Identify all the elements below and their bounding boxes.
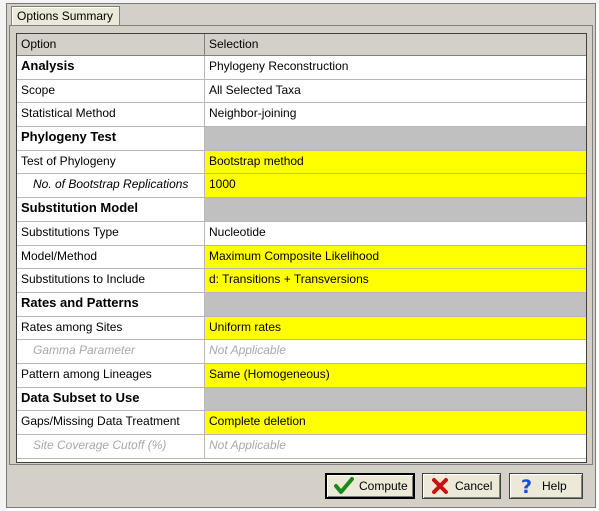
cancel-label: Cancel — [455, 479, 493, 493]
table-row[interactable]: Test of Phylogeny Bootstrap method — [17, 150, 586, 175]
selection-cell[interactable]: Nucleotide — [205, 222, 586, 245]
table-row[interactable]: Pattern among Lineages Same (Homogeneous) — [17, 363, 586, 388]
option-cell: Statistical Method — [17, 103, 205, 127]
table-row[interactable]: Analysis Phylogeny Reconstruction — [17, 56, 586, 80]
selection-cell[interactable]: Maximum Composite Likelihood — [205, 245, 586, 269]
selection-cell[interactable]: Same (Homogeneous) — [205, 363, 586, 387]
table-row[interactable]: Phylogeny Test — [17, 127, 586, 151]
option-cell: Model/Method — [17, 245, 205, 269]
selection-cell[interactable]: All Selected Taxa — [205, 80, 586, 103]
cancel-button[interactable]: Cancel — [422, 473, 501, 499]
option-cell: Rates and Patterns — [17, 292, 205, 316]
table-row[interactable]: Gaps/Missing Data Treatment Complete dele… — [17, 411, 586, 435]
svg-text:?: ? — [521, 476, 532, 496]
compute-button[interactable]: Compute — [325, 473, 415, 499]
help-button[interactable]: ? Help — [509, 473, 583, 499]
table-row[interactable]: Gamma Parameter Not Applicable — [17, 340, 586, 364]
option-cell: Substitution Model — [17, 198, 205, 221]
option-cell: Analysis — [17, 56, 205, 79]
selection-cell: Not Applicable — [209, 438, 286, 452]
table-row[interactable]: Rates among Sites Uniform rates — [17, 316, 586, 341]
header-option[interactable]: Option — [17, 34, 205, 55]
help-label: Help — [542, 479, 567, 493]
selection-cell: Not Applicable — [209, 343, 286, 358]
tab-label: Options Summary — [17, 9, 114, 23]
table-row[interactable]: Site Coverage Cutoff (%) Not Applicable — [17, 435, 586, 459]
grid-header: Option Selection — [17, 34, 586, 56]
selection-cell — [205, 198, 586, 221]
option-cell: Test of Phylogeny — [17, 150, 205, 174]
x-icon — [429, 475, 451, 497]
option-cell: Gaps/Missing Data Treatment — [17, 411, 205, 434]
table-row[interactable]: Scope All Selected Taxa — [17, 79, 586, 104]
header-selection[interactable]: Selection — [205, 34, 586, 55]
option-cell: Data Subset to Use — [17, 387, 205, 411]
options-grid[interactable]: Option Selection Analysis Phylogeny Recon… — [16, 33, 587, 463]
checkmark-icon — [333, 475, 355, 497]
tab-panel: Option Selection Analysis Phylogeny Recon… — [9, 25, 593, 465]
selection-cell — [205, 127, 586, 150]
table-row[interactable]: Model/Method Maximum Composite Likelihood — [17, 245, 586, 270]
selection-cell[interactable]: Uniform rates — [205, 316, 586, 340]
option-cell: Substitutions Type — [17, 221, 205, 245]
selection-cell[interactable]: d: Transitions + Transversions — [205, 269, 586, 292]
option-cell: Phylogeny Test — [17, 127, 205, 150]
table-row[interactable]: Substitutions Type Nucleotide — [17, 221, 586, 246]
compute-label: Compute — [359, 479, 408, 493]
selection-cell — [205, 292, 586, 316]
option-cell: Rates among Sites — [17, 316, 205, 340]
option-cell: Site Coverage Cutoff (%) — [17, 435, 205, 458]
option-cell: Pattern among Lineages — [17, 363, 205, 387]
option-cell: Substitutions to Include — [17, 269, 205, 292]
option-cell: No. of Bootstrap Replications — [17, 174, 205, 198]
table-row[interactable]: Substitution Model — [17, 198, 586, 222]
option-cell: Scope — [17, 79, 205, 103]
question-icon: ? — [516, 475, 538, 497]
selection-cell[interactable]: Complete deletion — [205, 411, 586, 434]
selection-cell[interactable]: Bootstrap method — [205, 150, 586, 174]
options-summary-dialog: Options Summary Option Selection Analysi… — [6, 3, 596, 508]
option-cell: Gamma Parameter — [17, 340, 205, 363]
selection-cell[interactable]: Neighbor-joining — [205, 103, 586, 126]
table-row[interactable]: No. of Bootstrap Replications 1000 — [17, 174, 586, 199]
table-row[interactable]: Substitutions to Include d: Transitions +… — [17, 269, 586, 293]
table-row[interactable]: Statistical Method Neighbor-joining — [17, 103, 586, 128]
table-row[interactable]: Data Subset to Use — [17, 387, 586, 412]
tab-options-summary[interactable]: Options Summary — [11, 6, 120, 26]
button-bar: Compute Cancel ? Help — [7, 469, 595, 507]
table-row[interactable]: Rates and Patterns — [17, 292, 586, 317]
selection-cell — [205, 387, 586, 411]
selection-cell: Phylogeny Reconstruction — [209, 59, 349, 73]
selection-cell[interactable]: 1000 — [205, 174, 586, 198]
